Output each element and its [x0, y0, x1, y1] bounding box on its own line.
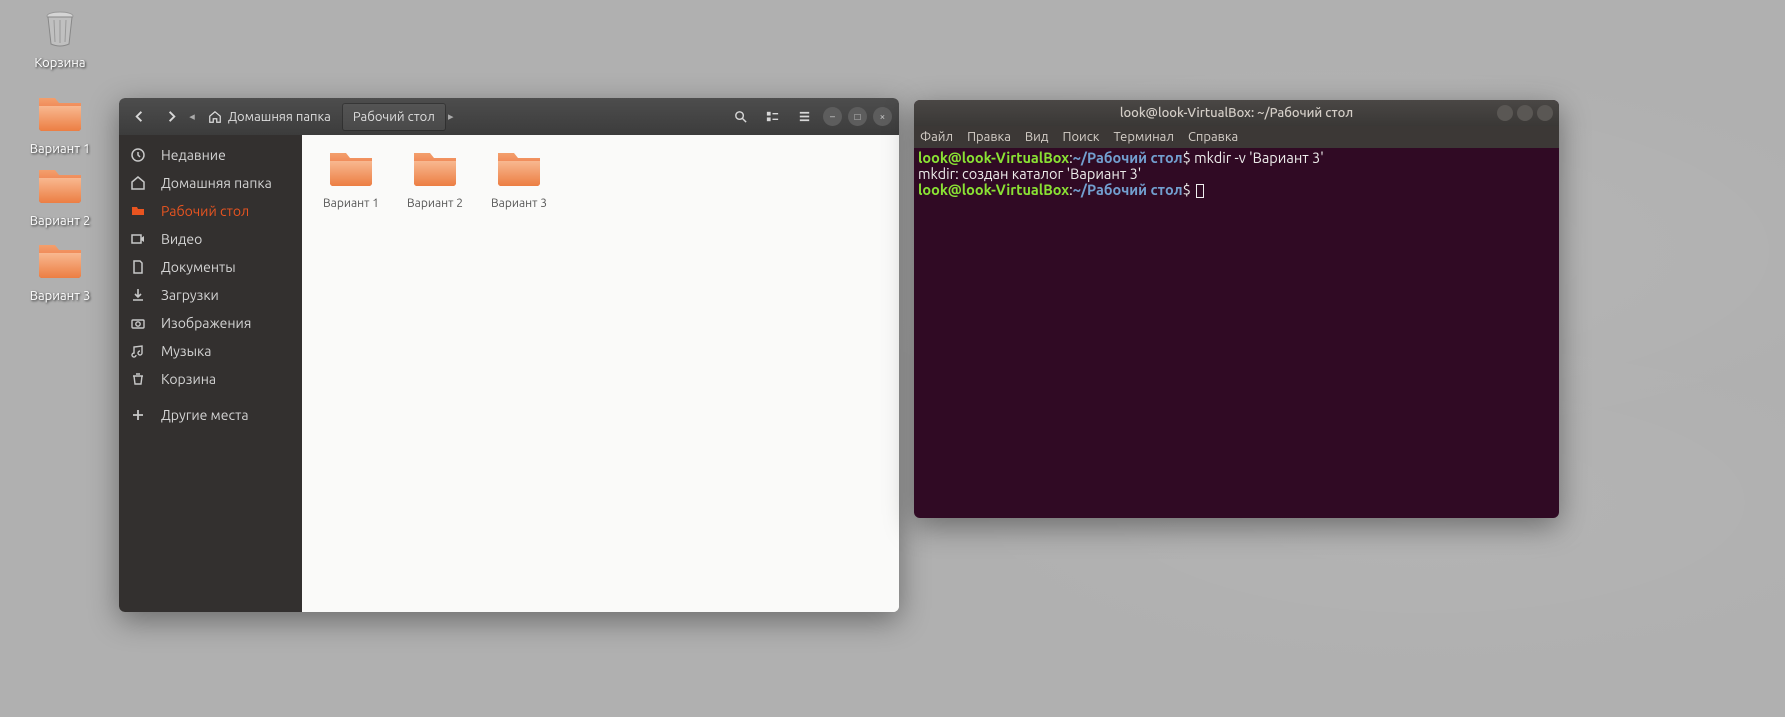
term-userhost: look@look-VirtualBox	[918, 149, 1069, 166]
menu-help[interactable]: Справка	[1188, 130, 1238, 144]
file-folder-variant2[interactable]: Вариант 2	[398, 147, 472, 210]
terminal-body[interactable]: look@look-VirtualBox:~/Рабочий стол$ mkd…	[914, 148, 1559, 518]
hamburger-icon	[797, 109, 812, 124]
trash-icon	[40, 8, 80, 48]
term-output: mkdir: создан каталог 'Вариант 3'	[918, 165, 1141, 182]
file-folder-variant1[interactable]: Вариант 1	[314, 147, 388, 210]
download-icon	[129, 286, 147, 304]
terminal-menubar: Файл Правка Вид Поиск Терминал Справка	[914, 126, 1559, 148]
sidebar-item-trash[interactable]: Корзина	[119, 365, 302, 393]
file-label: Вариант 1	[314, 197, 388, 210]
desktop-folder-label: Вариант 2	[20, 214, 100, 228]
desktop-folder-variant1[interactable]: Вариант 1	[20, 92, 100, 156]
back-button[interactable]	[123, 103, 155, 131]
sidebar-item-home[interactable]: Домашняя папка	[119, 169, 302, 197]
sidebar-item-label: Рабочий стол	[161, 203, 249, 219]
desktop-trash[interactable]: Корзина	[20, 8, 100, 70]
terminal-maximize-button[interactable]	[1517, 105, 1533, 121]
chevron-right-icon	[164, 109, 179, 124]
document-icon	[129, 258, 147, 276]
terminal-titlebar[interactable]: look@look-VirtualBox: ~/Рабочий стол	[914, 100, 1559, 126]
file-label: Вариант 2	[398, 197, 472, 210]
breadcrumb-home[interactable]: Домашняя папка	[197, 103, 342, 131]
desktop-folder-variant2[interactable]: Вариант 2	[20, 164, 100, 228]
path-caret-icon: ◂	[187, 110, 197, 123]
search-icon	[733, 109, 748, 124]
terminal-cursor	[1196, 184, 1204, 198]
desktop-folder-label: Вариант 1	[20, 142, 100, 156]
trash-icon	[129, 370, 147, 388]
desktop-folder-label: Вариант 3	[20, 289, 100, 303]
folder-icon	[36, 164, 84, 206]
home-icon	[208, 110, 222, 124]
menu-terminal[interactable]: Терминал	[1113, 130, 1173, 144]
breadcrumb-current-label: Рабочий стол	[353, 110, 435, 124]
terminal-close-button[interactable]	[1537, 105, 1553, 121]
sidebar-item-label: Изображения	[161, 315, 251, 331]
view-toggle-button[interactable]	[756, 103, 788, 131]
minimize-button[interactable]: –	[823, 107, 842, 126]
folder-icon	[129, 202, 147, 220]
sidebar-item-label: Видео	[161, 231, 202, 247]
sidebar-item-other-places[interactable]: Другие места	[119, 401, 302, 429]
path-caret-icon: ▸	[446, 110, 456, 123]
home-icon	[129, 174, 147, 192]
sidebar-item-label: Документы	[161, 259, 236, 275]
search-button[interactable]	[724, 103, 756, 131]
sidebar-item-pictures[interactable]: Изображения	[119, 309, 302, 337]
file-manager-header: ◂ Домашняя папка Рабочий стол ▸ – □ ×	[119, 98, 899, 135]
breadcrumb-current[interactable]: Рабочий стол	[342, 103, 446, 131]
folder-icon	[36, 92, 84, 134]
file-folder-variant3[interactable]: Вариант 3	[482, 147, 556, 210]
chevron-left-icon	[132, 109, 147, 124]
sidebar-item-recent[interactable]: Недавние	[119, 141, 302, 169]
folder-icon	[494, 147, 544, 189]
menu-button[interactable]	[788, 103, 820, 131]
sidebar-item-label: Недавние	[161, 147, 226, 163]
menu-file[interactable]: Файл	[920, 130, 953, 144]
terminal-title: look@look-VirtualBox: ~/Рабочий стол	[1120, 106, 1353, 120]
term-userhost: look@look-VirtualBox	[918, 181, 1069, 198]
sidebar-item-label: Другие места	[161, 407, 249, 423]
term-path: ~/Рабочий стол	[1073, 181, 1183, 198]
sidebar-item-videos[interactable]: Видео	[119, 225, 302, 253]
grid-icon	[765, 109, 780, 124]
camera-icon	[129, 314, 147, 332]
term-cmd: mkdir -v 'Вариант 3'	[1194, 149, 1324, 166]
forward-button[interactable]	[155, 103, 187, 131]
sidebar-item-label: Домашняя папка	[161, 175, 272, 191]
sidebar-item-downloads[interactable]: Загрузки	[119, 281, 302, 309]
folder-icon	[326, 147, 376, 189]
desktop-trash-label: Корзина	[20, 56, 100, 70]
sidebar-item-desktop[interactable]: Рабочий стол	[119, 197, 302, 225]
desktop-folder-variant3[interactable]: Вариант 3	[20, 239, 100, 303]
sidebar-item-label: Корзина	[161, 371, 216, 387]
file-manager-content[interactable]: Вариант 1 Вариант 2 Вариант 3	[302, 135, 899, 612]
menu-search[interactable]: Поиск	[1062, 130, 1099, 144]
plus-icon	[129, 406, 147, 424]
file-manager-window: ◂ Домашняя папка Рабочий стол ▸ – □ × Не…	[119, 98, 899, 612]
video-icon	[129, 230, 147, 248]
music-icon	[129, 342, 147, 360]
folder-icon	[36, 239, 84, 281]
clock-icon	[129, 146, 147, 164]
file-manager-sidebar: Недавние Домашняя папка Рабочий стол Вид…	[119, 135, 302, 612]
maximize-button[interactable]: □	[848, 107, 867, 126]
folder-icon	[410, 147, 460, 189]
sidebar-item-music[interactable]: Музыка	[119, 337, 302, 365]
terminal-window: look@look-VirtualBox: ~/Рабочий стол Фай…	[914, 100, 1559, 518]
file-label: Вариант 3	[482, 197, 556, 210]
sidebar-item-label: Загрузки	[161, 287, 219, 303]
sidebar-item-label: Музыка	[161, 343, 211, 359]
breadcrumb-home-label: Домашняя папка	[228, 110, 331, 124]
menu-edit[interactable]: Правка	[967, 130, 1011, 144]
close-button[interactable]: ×	[873, 107, 892, 126]
term-path: ~/Рабочий стол	[1073, 149, 1183, 166]
sidebar-item-documents[interactable]: Документы	[119, 253, 302, 281]
menu-view[interactable]: Вид	[1025, 130, 1049, 144]
terminal-minimize-button[interactable]	[1497, 105, 1513, 121]
